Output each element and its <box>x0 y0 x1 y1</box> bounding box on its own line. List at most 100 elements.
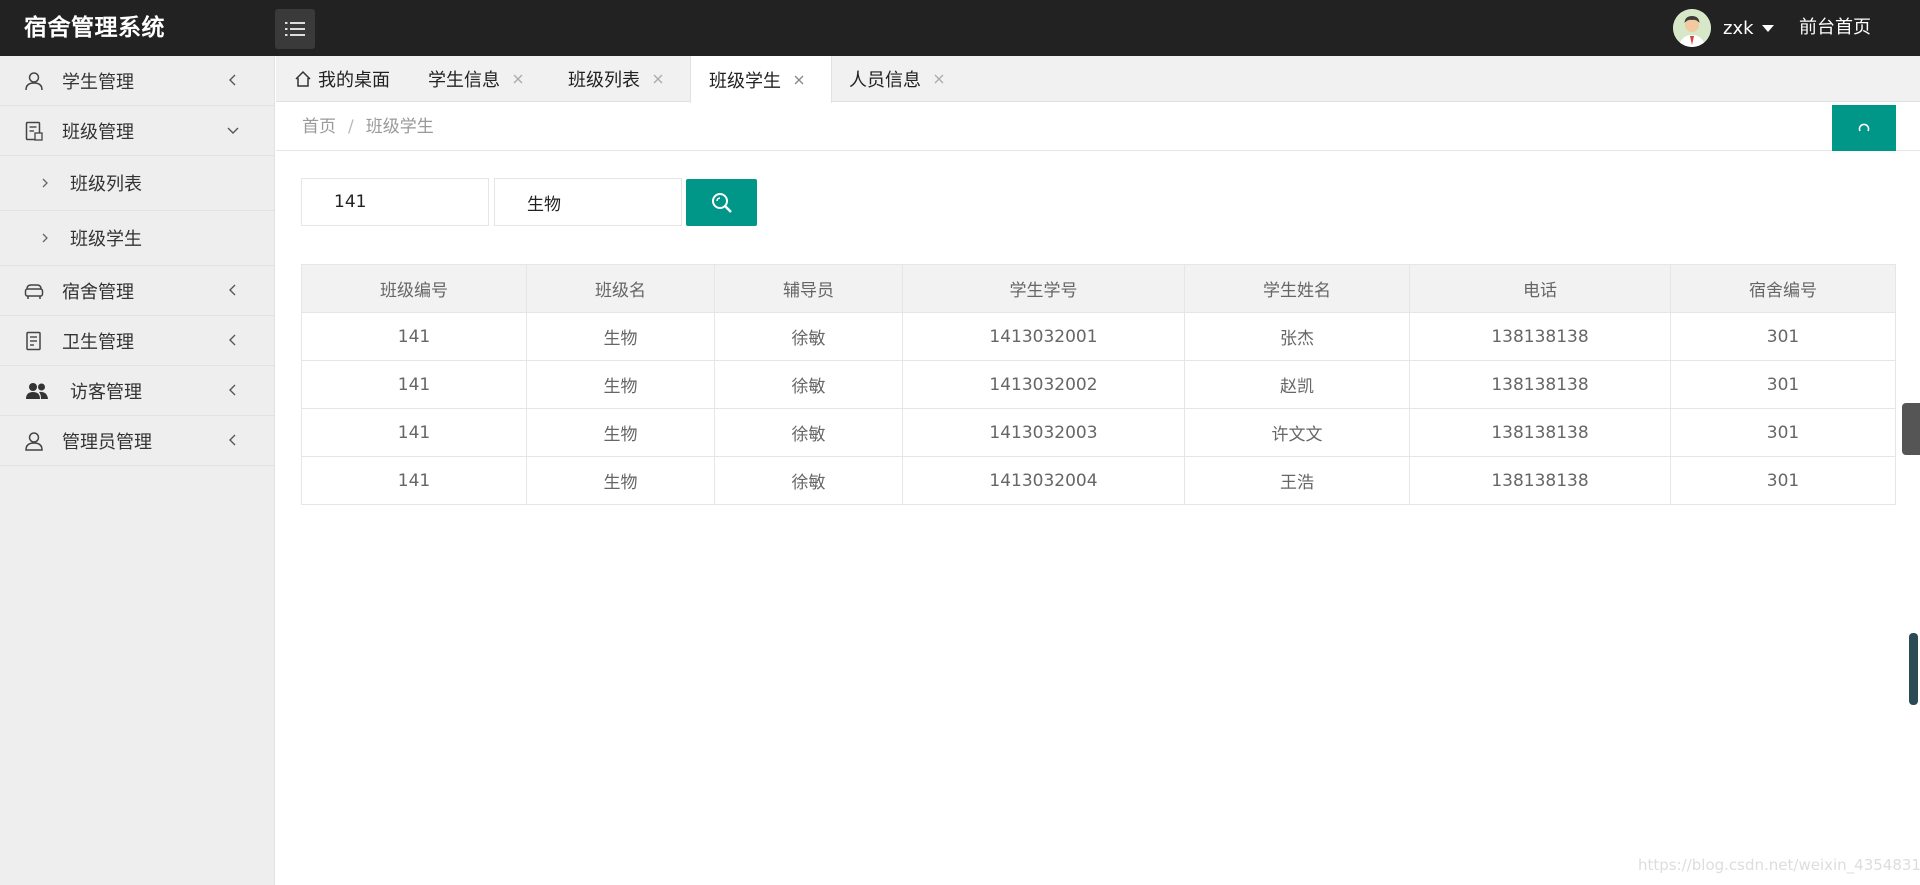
chevron-right-icon <box>42 233 48 243</box>
user-menu[interactable]: zxk <box>1673 9 1774 47</box>
class-students-table: 班级编号 班级名 辅导员 学生学号 学生姓名 电话 宿舍编号 141 生物 徐敏… <box>301 264 1896 505</box>
tab-student-info[interactable]: 学生信息 <box>428 56 524 102</box>
chevron-left-icon <box>229 74 236 86</box>
chevron-left-icon <box>229 434 236 446</box>
user-icon <box>25 72 43 91</box>
tab-label: 班级学生 <box>709 70 781 92</box>
column-header: 班级编号 <box>301 264 527 313</box>
chevron-left-icon <box>229 334 236 346</box>
users-icon <box>26 383 48 399</box>
side-widget-handle[interactable] <box>1902 403 1920 455</box>
class-name-input[interactable] <box>494 178 682 226</box>
table-cell: 141 <box>301 456 527 505</box>
table-row: 141 生物 徐敏 1413032002 赵凯 138138138 301 <box>301 360 1896 409</box>
class-number-input[interactable] <box>301 178 489 226</box>
table-cell: 1413032004 <box>902 456 1185 505</box>
column-header: 班级名 <box>526 264 715 313</box>
table-cell: 王浩 <box>1184 456 1410 505</box>
table-cell: 徐敏 <box>714 360 903 409</box>
notepad-icon <box>26 331 41 351</box>
tab-label: 学生信息 <box>428 70 500 91</box>
sidebar-item-dorm-management[interactable]: 宿舍管理 <box>0 266 274 316</box>
tab-class-list[interactable]: 班级列表 <box>568 56 664 102</box>
tab-class-students[interactable]: 班级学生 <box>690 56 832 103</box>
table-header-row: 班级编号 班级名 辅导员 学生学号 学生姓名 电话 宿舍编号 <box>301 264 1896 313</box>
refresh-button[interactable] <box>1832 105 1896 151</box>
list-icon <box>285 22 305 36</box>
table-cell: 徐敏 <box>714 312 903 361</box>
tab-label: 班级列表 <box>568 70 640 91</box>
table-cell: 138138138 <box>1409 408 1671 457</box>
close-icon[interactable] <box>793 74 805 86</box>
column-header: 辅导员 <box>714 264 903 313</box>
table-cell: 141 <box>301 408 527 457</box>
chevron-right-icon <box>42 178 48 188</box>
sidebar-item-label: 学生管理 <box>62 71 134 93</box>
watermark-text: https://blog.csdn.net/weixin_43548310 <box>1638 856 1920 874</box>
front-home-link[interactable]: 前台首页 <box>1799 0 1871 56</box>
sidebar-item-admin-management[interactable]: 管理员管理 <box>0 416 274 466</box>
close-icon[interactable] <box>933 73 945 85</box>
sidebar-item-label: 班级管理 <box>62 121 134 143</box>
table-cell: 301 <box>1670 408 1896 457</box>
table-cell: 生物 <box>526 408 715 457</box>
table-cell: 301 <box>1670 312 1896 361</box>
sidebar-item-hygiene-management[interactable]: 卫生管理 <box>0 316 274 366</box>
chevron-left-icon <box>229 284 236 296</box>
avatar <box>1673 9 1711 47</box>
sidebar-item-label: 管理员管理 <box>62 431 152 453</box>
column-header: 学生学号 <box>902 264 1185 313</box>
home-icon <box>295 70 311 87</box>
table-cell: 138138138 <box>1409 456 1671 505</box>
search-button[interactable] <box>686 179 757 226</box>
table-cell: 301 <box>1670 456 1896 505</box>
refresh-icon <box>1858 123 1870 132</box>
document-icon <box>25 121 43 141</box>
breadcrumb-separator: / <box>348 117 354 137</box>
sidebar-subitem-class-list[interactable]: 班级列表 <box>0 156 274 211</box>
table-cell: 301 <box>1670 360 1896 409</box>
sidebar-item-visitor-management[interactable]: 访客管理 <box>0 366 274 416</box>
close-icon[interactable] <box>652 73 664 85</box>
table-cell: 1413032002 <box>902 360 1185 409</box>
tab-label: 我的桌面 <box>318 70 390 91</box>
app-title: 宿舍管理系统 <box>24 15 165 41</box>
chevron-left-icon <box>229 384 236 396</box>
tab-my-desktop[interactable]: 我的桌面 <box>294 56 390 102</box>
column-header: 电话 <box>1409 264 1671 313</box>
table-cell: 张杰 <box>1184 312 1410 361</box>
username: zxk <box>1723 17 1754 39</box>
breadcrumb-current: 班级学生 <box>365 117 434 137</box>
table-cell: 138138138 <box>1409 312 1671 361</box>
table-cell: 138138138 <box>1409 360 1671 409</box>
sidebar-item-class-management[interactable]: 班级管理 <box>0 106 274 156</box>
sofa-icon <box>24 284 44 299</box>
avatar-icon <box>1673 9 1711 47</box>
table-cell: 1413032001 <box>902 312 1185 361</box>
search-icon <box>711 192 732 213</box>
table-row: 141 生物 徐敏 1413032004 王浩 138138138 301 <box>301 456 1896 505</box>
table-cell: 徐敏 <box>714 456 903 505</box>
sidebar-subitem-class-students[interactable]: 班级学生 <box>0 211 274 266</box>
caret-down-icon <box>1761 24 1774 32</box>
close-icon[interactable] <box>512 73 524 85</box>
table-cell: 赵凯 <box>1184 360 1410 409</box>
chevron-down-icon <box>227 127 239 134</box>
breadcrumb-home[interactable]: 首页 <box>302 117 336 137</box>
table-cell: 1413032003 <box>902 408 1185 457</box>
sidebar-item-student-management[interactable]: 学生管理 <box>0 56 274 106</box>
table-row: 141 生物 徐敏 1413032001 张杰 138138138 301 <box>301 312 1896 361</box>
user-icon <box>25 432 43 451</box>
menu-toggle-button[interactable] <box>275 9 315 49</box>
table-cell: 生物 <box>526 312 715 361</box>
table-cell: 141 <box>301 360 527 409</box>
top-header: 宿舍管理系统 zxk 前台首页 <box>0 0 1920 56</box>
sidebar-subitem-label: 班级学生 <box>70 229 142 250</box>
table-row: 141 生物 徐敏 1413032003 许文文 138138138 301 <box>301 408 1896 457</box>
sidebar-subitem-label: 班级列表 <box>70 174 142 195</box>
tab-personnel-info[interactable]: 人员信息 <box>849 56 945 102</box>
side-scroll-indicator[interactable] <box>1909 633 1918 705</box>
breadcrumb: 首页 / 班级学生 <box>302 103 434 151</box>
sidebar-item-label: 访客管理 <box>70 381 142 403</box>
tab-label: 人员信息 <box>849 70 921 91</box>
